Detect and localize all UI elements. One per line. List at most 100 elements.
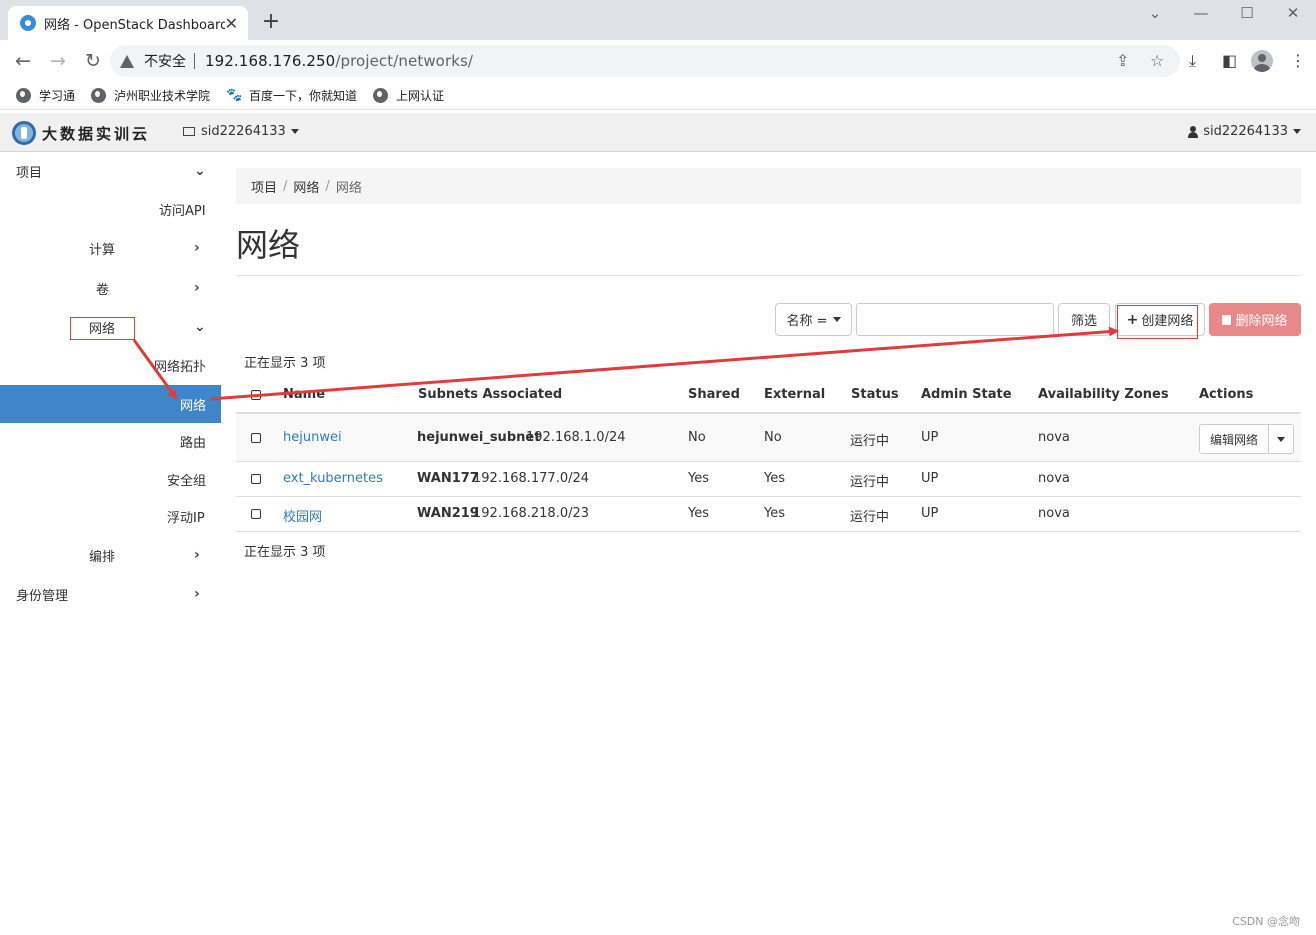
table-row: hejunwei hejunwei_subnet 192.168.1.0/24 …: [236, 415, 1301, 462]
network-name-link[interactable]: ext_kubernetes: [283, 471, 383, 486]
sidebar-item-label: 计算: [89, 242, 116, 258]
breadcrumb-current: 网络: [335, 180, 362, 196]
column-header-external[interactable]: External: [764, 387, 825, 402]
forward-button[interactable]: →: [42, 45, 74, 77]
sidebar-item-network-topology[interactable]: 网络拓扑: [0, 346, 221, 384]
reload-button[interactable]: ↻: [77, 45, 109, 77]
brand[interactable]: 大数据实训云: [12, 121, 150, 145]
user-name: sid22264133: [1203, 124, 1288, 139]
row-checkbox[interactable]: [251, 509, 261, 519]
column-header-actions: Actions: [1199, 387, 1254, 402]
subnet-cidr: 192.168.218.0/23: [473, 506, 590, 521]
sidebar: 项目 ⌄ 访问API 计算 › 卷 › 网络 ⌄ 网络拓扑 网络 路由 安全组 …: [0, 152, 221, 935]
row-checkbox[interactable]: [251, 474, 261, 484]
sidebar-item-orchestration[interactable]: 编排 ›: [0, 536, 221, 574]
download-icon[interactable]: ⤓: [1189, 51, 1196, 71]
external-value: Yes: [764, 506, 785, 521]
zone-value: nova: [1038, 506, 1070, 521]
breadcrumb-separator: /: [283, 178, 288, 194]
actions-dropdown-toggle[interactable]: [1269, 424, 1294, 454]
bookmark-label: 学习通: [39, 89, 76, 103]
column-header-availability-zones[interactable]: Availability Zones: [1038, 387, 1169, 402]
column-header-status[interactable]: Status: [851, 387, 899, 402]
column-header-shared[interactable]: Shared: [688, 387, 740, 402]
sidebar-item-compute[interactable]: 计算 ›: [0, 229, 221, 267]
filter-input[interactable]: [856, 303, 1054, 336]
network-name-link[interactable]: 校园网: [283, 506, 322, 525]
back-button[interactable]: ←: [7, 45, 39, 77]
bookmark-item[interactable]: 上网认证: [373, 87, 444, 104]
chevron-right-icon: ›: [194, 547, 200, 563]
share-icon[interactable]: ⇪: [1116, 51, 1129, 70]
status-value: 运行中: [850, 510, 890, 525]
url-host: 192.168.176.250: [205, 52, 336, 70]
sidebar-item-floating-ips[interactable]: 浮动IP: [0, 497, 221, 535]
address-bar[interactable]: 不安全 192.168.176.250/project/networks/ ⇪ …: [110, 45, 1180, 77]
admin-state-value: UP: [921, 506, 939, 521]
column-header-name[interactable]: Name: [283, 387, 325, 402]
sidebar-item-label: 路由: [180, 435, 207, 451]
sidebar-item-api-access[interactable]: 访问API: [0, 190, 221, 228]
tab-title: 网络 - OpenStack Dashboard: [44, 17, 225, 33]
sidebar-item-security-groups[interactable]: 安全组: [0, 460, 221, 498]
project-name: sid22264133: [201, 124, 286, 139]
globe-icon: [16, 88, 31, 103]
breadcrumb-item[interactable]: 项目: [251, 177, 277, 196]
brand-name: 大数据实训云: [42, 124, 151, 143]
zone-value: nova: [1038, 430, 1070, 445]
caret-down-icon: [1277, 436, 1285, 442]
warning-icon[interactable]: [120, 54, 134, 68]
sidebar-item-routers[interactable]: 路由: [0, 422, 221, 460]
dashboard-header: 大数据实训云 sid22264133 sid22264133: [0, 113, 1316, 152]
column-header-admin-state[interactable]: Admin State: [921, 387, 1012, 402]
column-header-subnets[interactable]: Subnets Associated: [418, 387, 562, 402]
select-all-checkbox[interactable]: [251, 390, 261, 400]
bookmark-item[interactable]: 🐾 百度一下，你就知道: [226, 87, 357, 104]
subnet-cidr: 192.168.177.0/24: [473, 471, 590, 486]
table-row: 校园网 WAN219 192.168.218.0/23 Yes Yes 运行中 …: [236, 497, 1301, 532]
network-name-link[interactable]: hejunwei: [283, 430, 342, 445]
filter-field-label: 名称 =: [786, 314, 828, 329]
annotation-highlight-box: [70, 317, 135, 340]
profile-icon[interactable]: [1251, 50, 1273, 72]
sidepanel-icon[interactable]: ◧: [1222, 51, 1237, 70]
tab-search-chevron-icon[interactable]: ⌄: [1132, 2, 1178, 24]
monitor-icon: [183, 127, 195, 136]
sidebar-item-project[interactable]: 项目 ⌄: [0, 152, 221, 190]
project-selector[interactable]: sid22264133: [183, 124, 299, 139]
maximize-button[interactable]: ☐: [1224, 2, 1270, 24]
close-icon[interactable]: ✕: [225, 14, 238, 33]
row-checkbox[interactable]: [251, 433, 261, 443]
chevron-right-icon: ›: [194, 240, 200, 256]
subnet-name: WAN219: [417, 506, 479, 521]
zone-value: nova: [1038, 471, 1070, 486]
window-close-button[interactable]: ✕: [1270, 2, 1316, 24]
menu-icon[interactable]: ⋮: [1290, 51, 1306, 70]
admin-state-value: UP: [921, 430, 939, 445]
sidebar-item-identity[interactable]: 身份管理 ›: [0, 575, 221, 613]
chevron-right-icon: ›: [194, 586, 200, 602]
sidebar-item-label: 网络: [180, 398, 207, 414]
delete-networks-button[interactable]: 删除网络: [1209, 303, 1301, 336]
url-text[interactable]: 192.168.176.250/project/networks/: [205, 52, 473, 70]
sidebar-item-networks[interactable]: 网络: [0, 385, 221, 423]
filter-button[interactable]: 筛选: [1058, 303, 1110, 336]
bookmark-item[interactable]: 学习通: [16, 87, 75, 104]
breadcrumb: 项目 / 网络 / 网络: [236, 168, 1301, 204]
minimize-button[interactable]: —: [1178, 2, 1224, 24]
star-icon[interactable]: ☆: [1150, 51, 1164, 70]
delete-networks-label: 删除网络: [1235, 314, 1288, 329]
filter-field-dropdown[interactable]: 名称 =: [775, 303, 852, 336]
shared-value: No: [688, 430, 706, 445]
security-label[interactable]: 不安全: [144, 51, 186, 71]
caret-down-icon: [290, 129, 299, 134]
shared-value: Yes: [688, 506, 709, 521]
breadcrumb-item[interactable]: 网络: [293, 177, 319, 196]
browser-tab[interactable]: 网络 - OpenStack Dashboard ✕: [8, 6, 248, 40]
openstack-favicon-icon: [20, 15, 36, 31]
edit-network-button[interactable]: 编辑网络: [1199, 424, 1269, 454]
new-tab-button[interactable]: +: [258, 9, 284, 35]
user-menu[interactable]: sid22264133: [1188, 124, 1301, 139]
sidebar-item-volumes[interactable]: 卷 ›: [0, 269, 221, 307]
bookmark-item[interactable]: 泸州职业技术学院: [91, 87, 210, 104]
